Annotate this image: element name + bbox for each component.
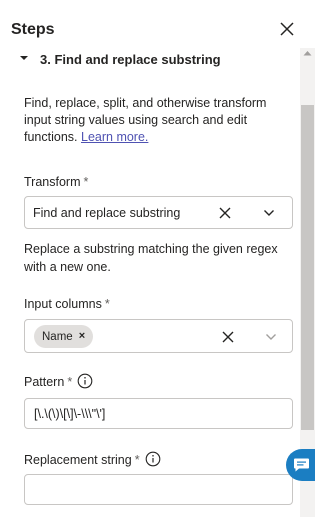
input-columns-picker[interactable]: Name × bbox=[24, 319, 293, 353]
step-description: Find, replace, split, and otherwise tran… bbox=[24, 95, 292, 146]
step-header[interactable]: 3. Find and replace substring bbox=[18, 49, 278, 71]
column-tag: Name × bbox=[34, 325, 94, 348]
scrollbar-thumb[interactable] bbox=[301, 105, 314, 430]
pattern-input[interactable]: [\.\(\)\[\]\-\\\"\'] bbox=[24, 398, 293, 429]
required-mark: * bbox=[83, 175, 89, 189]
replacement-label-text: Replacement string bbox=[24, 453, 132, 467]
step-title: 3. Find and replace substring bbox=[40, 52, 221, 67]
pattern-label-text: Pattern bbox=[24, 375, 65, 389]
replacement-input[interactable] bbox=[24, 474, 293, 505]
panel-header: Steps bbox=[0, 0, 315, 48]
caret-down-icon bbox=[20, 56, 28, 60]
pattern-value: [\.\(\)\[\]\-\\\"\'] bbox=[34, 407, 106, 421]
chevron-down-icon[interactable] bbox=[265, 333, 277, 341]
clear-icon[interactable] bbox=[221, 330, 235, 344]
close-icon[interactable] bbox=[278, 20, 296, 38]
input-columns-label: Input columns * bbox=[24, 296, 110, 312]
required-mark: * bbox=[104, 297, 110, 311]
chat-button[interactable] bbox=[286, 449, 315, 481]
info-icon[interactable] bbox=[77, 373, 93, 389]
transform-label-text: Transform bbox=[24, 175, 81, 189]
pattern-label: Pattern * bbox=[24, 374, 72, 390]
remove-tag-icon[interactable]: × bbox=[79, 331, 85, 342]
input-columns-label-text: Input columns bbox=[24, 297, 102, 311]
chat-icon bbox=[294, 458, 309, 472]
required-mark: * bbox=[67, 375, 73, 389]
column-tag-label: Name bbox=[42, 330, 73, 343]
clear-icon[interactable] bbox=[218, 206, 232, 220]
transform-help-text: Replace a substring matching the given r… bbox=[24, 242, 278, 274]
panel-title: Steps bbox=[11, 21, 55, 38]
replacement-label: Replacement string * bbox=[24, 452, 140, 468]
scroll-up-icon[interactable] bbox=[303, 50, 312, 56]
info-icon[interactable] bbox=[145, 451, 161, 467]
transform-value: Find and replace substring bbox=[33, 206, 181, 220]
chevron-down-icon[interactable] bbox=[263, 209, 275, 217]
transform-dropdown[interactable]: Find and replace substring bbox=[24, 196, 293, 229]
transform-label: Transform * bbox=[24, 174, 88, 190]
learn-more-link[interactable]: Learn more. bbox=[81, 130, 148, 144]
required-mark: * bbox=[134, 453, 140, 467]
